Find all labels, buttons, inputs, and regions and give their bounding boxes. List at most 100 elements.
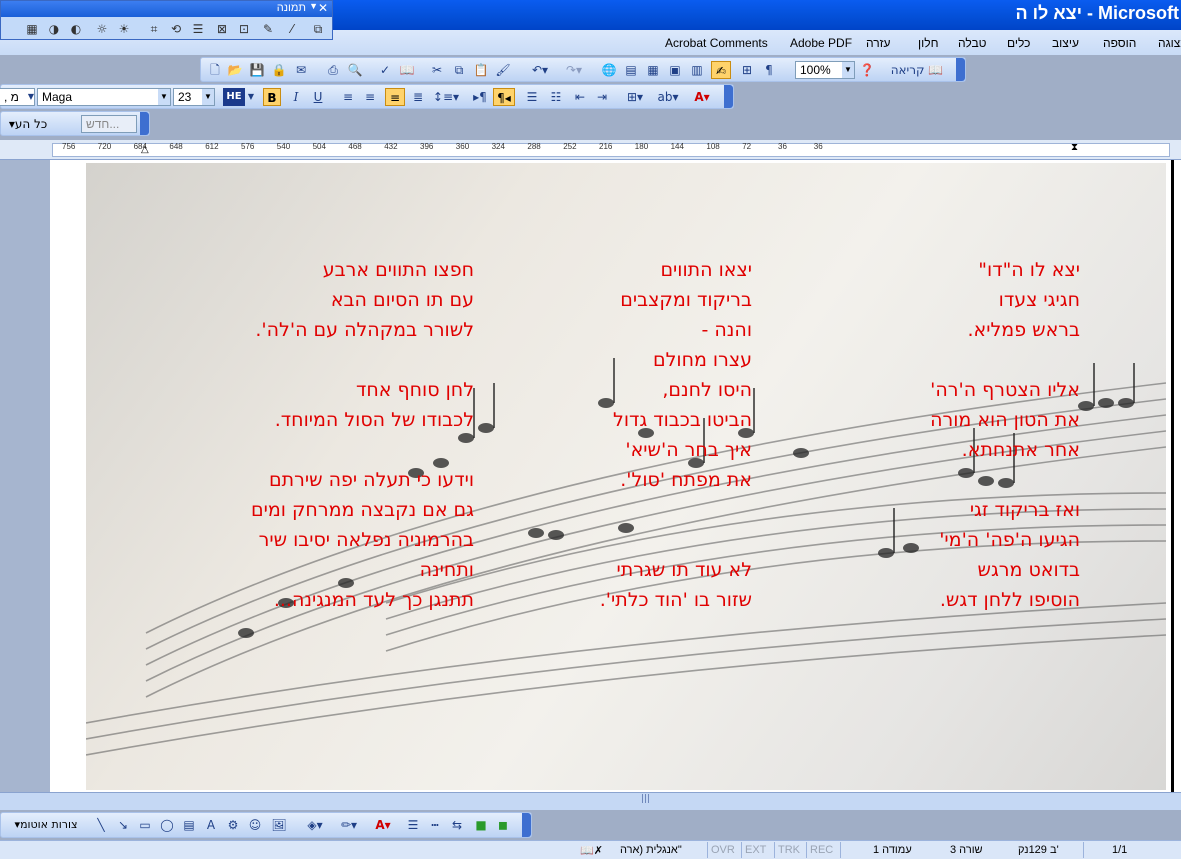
research-icon[interactable]: 📖: [399, 61, 415, 79]
background-picture[interactable]: יצא לו ה"דו" חגיגי צעדו בראש פמליא. אליו הצ…: [86, 163, 1166, 790]
diagram-icon[interactable]: ⚙: [225, 816, 241, 834]
chevron-down-icon[interactable]: ▼: [842, 62, 854, 78]
bullets-icon[interactable]: ☷: [547, 88, 565, 106]
arrow-style-icon[interactable]: ⇆: [449, 816, 465, 834]
italic-button[interactable]: I: [287, 88, 305, 106]
font-select[interactable]: Maga ▼: [37, 88, 171, 106]
permission-icon[interactable]: 🔒: [271, 61, 287, 79]
toolbar-options-icon[interactable]: [724, 85, 733, 108]
autoshapes-menu[interactable]: ▾צורות אוטומ: [3, 816, 89, 834]
menu-acrobat-comments[interactable]: Acrobat Comments: [665, 36, 768, 50]
columns-icon[interactable]: ▥: [689, 61, 705, 79]
spelling-status-icon[interactable]: 📖✗: [580, 844, 603, 857]
decrease-indent-icon[interactable]: ⇤: [571, 88, 589, 106]
spelling-icon[interactable]: ✓: [377, 61, 393, 79]
menu-insert[interactable]: הוספה: [1103, 36, 1136, 50]
dash-style-icon[interactable]: ┅: [427, 816, 443, 834]
justify-icon[interactable]: ≣: [409, 88, 427, 106]
undo-icon[interactable]: ↶▾: [527, 61, 553, 79]
font-size-select[interactable]: 23 ▼: [173, 88, 215, 106]
picture-toolbar-caption[interactable]: תמונה ▼ ✕: [1, 1, 332, 17]
trk-indicator[interactable]: TRK: [778, 844, 800, 856]
increase-indent-icon[interactable]: ⇥: [593, 88, 611, 106]
save-icon[interactable]: 💾: [249, 61, 265, 79]
underline-button[interactable]: U: [309, 88, 327, 106]
paste-icon[interactable]: 📋: [473, 61, 489, 79]
toolbar-options-icon[interactable]: [140, 112, 149, 135]
align-center-icon[interactable]: ≡: [361, 88, 379, 106]
chevron-down-icon[interactable]: ▼: [246, 88, 256, 106]
language-he-icon[interactable]: HE: [223, 88, 245, 106]
menu-adobe-pdf[interactable]: Adobe PDF: [790, 36, 852, 50]
insert-excel-icon[interactable]: ▣: [667, 61, 683, 79]
hyperlink-icon[interactable]: 🌐: [601, 61, 617, 79]
text-wrap-icon[interactable]: ⊡: [235, 21, 253, 37]
horizontal-ruler[interactable]: 756 720 684 648 612 576 540 504 468 432 396 360 324 2…: [0, 140, 1181, 160]
ltr-direction-icon[interactable]: ▸¶: [471, 88, 489, 106]
format-painter-icon[interactable]: 🖌: [495, 61, 511, 79]
tables-borders-icon[interactable]: ▤: [623, 61, 639, 79]
oval-icon[interactable]: ◯: [159, 816, 175, 834]
numbering-icon[interactable]: ☰: [523, 88, 541, 106]
right-indent-marker-icon[interactable]: ⧗: [1071, 142, 1078, 153]
horizontal-scrollbar[interactable]: |||: [0, 792, 1181, 810]
toolbar-options-icon[interactable]: [956, 58, 965, 81]
insert-table-icon[interactable]: ▦: [645, 61, 661, 79]
document-map-icon[interactable]: ⊞: [739, 61, 755, 79]
drawing-icon[interactable]: ✍: [711, 61, 731, 79]
brightness-up-icon[interactable]: ☼: [93, 21, 111, 37]
email-icon[interactable]: ✉: [293, 61, 309, 79]
contrast-down-icon[interactable]: ◐: [67, 21, 85, 37]
picture-toolbar[interactable]: תמונה ▼ ✕ ▦ ◑ ◐ ☼ ☀ ⌗ ⟲ ☰ ⊠ ⊡ ✎ ⁄ ⧉: [0, 0, 333, 40]
color-icon[interactable]: ▦: [23, 21, 41, 37]
highlight-icon[interactable]: ab▾: [653, 88, 683, 106]
menu-tools[interactable]: כלים: [1007, 36, 1030, 50]
bold-button[interactable]: B: [263, 88, 281, 106]
cut-icon[interactable]: ✂: [429, 61, 445, 79]
redo-icon[interactable]: ↷▾: [561, 61, 587, 79]
line-color-icon[interactable]: ✏▾: [335, 816, 363, 834]
all-styles-button[interactable]: ▾כל הע: [3, 115, 53, 133]
new-style-field[interactable]: חדש...: [81, 115, 137, 133]
line-icon[interactable]: ╲: [93, 816, 109, 834]
rotate-icon[interactable]: ⟲: [167, 21, 185, 37]
indent-marker-icon[interactable]: △: [141, 144, 149, 155]
menu-format[interactable]: עיצוב: [1052, 36, 1079, 50]
help-icon[interactable]: ❓: [859, 61, 875, 79]
read-button[interactable]: קריאה 📖: [887, 61, 947, 79]
compress-icon[interactable]: ⊠: [213, 21, 231, 37]
clipart-icon[interactable]: ☺: [247, 816, 263, 834]
chevron-down-icon[interactable]: ▼: [202, 89, 214, 105]
arrow-icon[interactable]: ↘: [115, 816, 131, 834]
menu-table[interactable]: טבלה: [958, 36, 987, 50]
wordart-icon[interactable]: A: [203, 816, 219, 834]
rectangle-icon[interactable]: ▭: [137, 816, 153, 834]
scroll-grip-icon[interactable]: |||: [641, 794, 650, 804]
reset-picture-icon[interactable]: ⧉: [309, 21, 327, 37]
menu-help[interactable]: עזרה: [866, 36, 891, 50]
chevron-down-icon[interactable]: ▼: [158, 89, 170, 105]
open-icon[interactable]: 📂: [227, 61, 243, 79]
crop-icon[interactable]: ⌗: [145, 21, 163, 37]
new-document-icon[interactable]: 🗋: [207, 61, 223, 79]
ext-indicator[interactable]: EXT: [745, 844, 766, 856]
print-icon[interactable]: ⎙: [325, 61, 341, 79]
align-right-icon[interactable]: ≡: [385, 88, 405, 106]
fill-color-icon[interactable]: ◈▾: [301, 816, 329, 834]
print-preview-icon[interactable]: 🔍: [347, 61, 363, 79]
menu-window[interactable]: חלון: [918, 36, 939, 50]
rec-indicator[interactable]: REC: [810, 844, 833, 856]
toolbar-options-icon[interactable]: ▼: [309, 1, 318, 11]
toolbar-options-icon[interactable]: [522, 813, 531, 837]
line-style-icon[interactable]: ☰: [189, 21, 207, 37]
borders-icon[interactable]: ⊞▾: [621, 88, 649, 106]
show-hide-icon[interactable]: ¶: [761, 61, 777, 79]
font-color-icon[interactable]: A▾: [687, 88, 717, 106]
ovr-indicator[interactable]: OVR: [711, 844, 735, 856]
menu-view[interactable]: תצוגה: [1158, 36, 1181, 50]
close-icon[interactable]: ✕: [318, 1, 328, 15]
align-left-icon[interactable]: ≡: [339, 88, 357, 106]
zoom-select[interactable]: 100% ▼: [795, 61, 855, 79]
set-transparent-icon[interactable]: ⁄: [283, 21, 301, 37]
textbox-icon[interactable]: ▤: [181, 816, 197, 834]
